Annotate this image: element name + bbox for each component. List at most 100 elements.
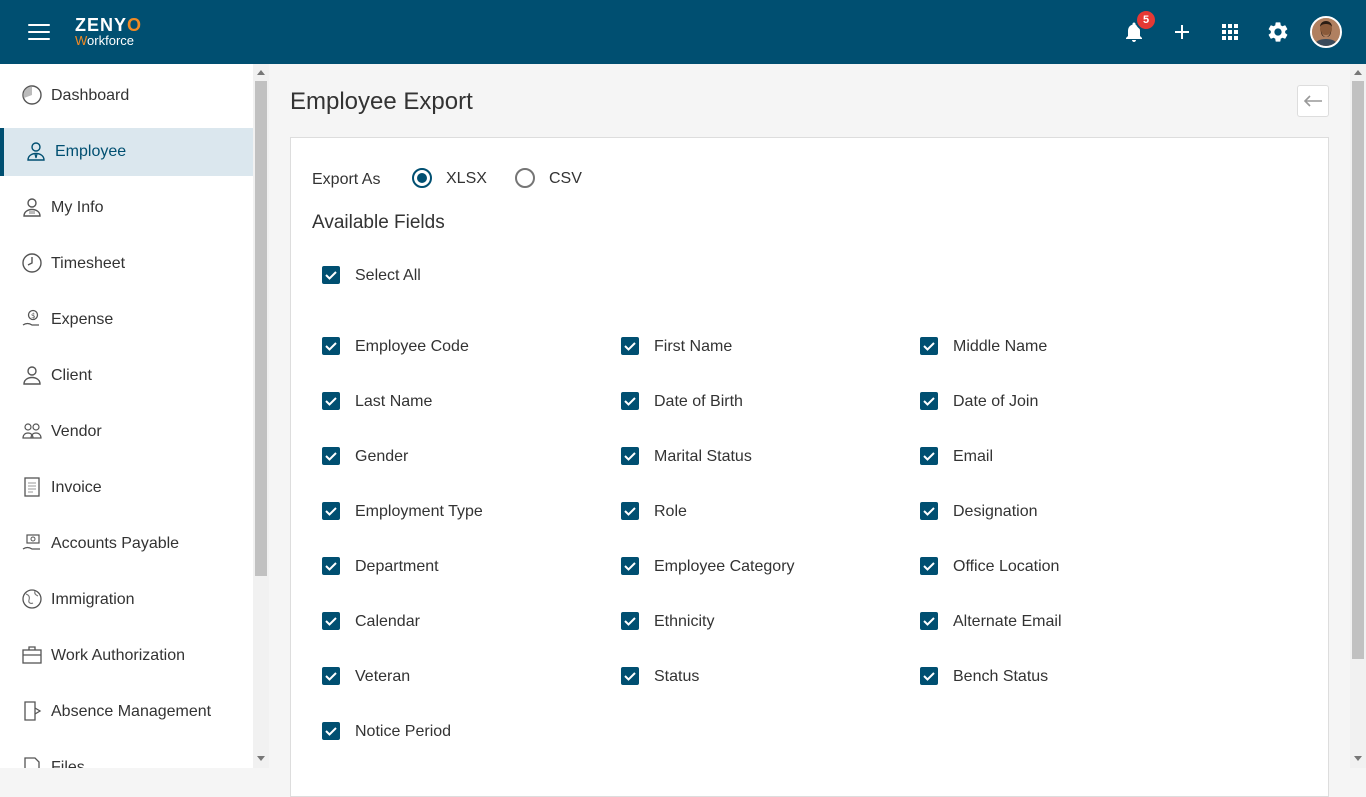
field-checkbox[interactable]: [322, 392, 340, 410]
door-icon: [21, 700, 43, 722]
svg-text:$: $: [31, 312, 35, 320]
menu-icon[interactable]: [28, 24, 50, 40]
field-checkbox[interactable]: [322, 722, 340, 740]
field-checkbox[interactable]: [322, 502, 340, 520]
field-label[interactable]: Marital Status: [654, 448, 752, 466]
main-scrollbar[interactable]: [1350, 64, 1366, 768]
field-label[interactable]: Designation: [953, 503, 1038, 521]
field-checkbox[interactable]: [920, 612, 938, 630]
field-label[interactable]: Office Location: [953, 558, 1059, 576]
scroll-down-icon[interactable]: [1354, 756, 1362, 761]
logo-subtext: orkforce: [87, 33, 135, 48]
avatar[interactable]: [1310, 16, 1342, 48]
expense-icon: $: [21, 308, 43, 330]
field-checkbox[interactable]: [920, 337, 938, 355]
field-label[interactable]: Employee Code: [355, 338, 469, 356]
field-label[interactable]: Gender: [355, 448, 408, 466]
field-label[interactable]: Alternate Email: [953, 613, 1062, 631]
sidebar-item-work-authorization[interactable]: Work Authorization: [0, 632, 253, 680]
field-checkbox[interactable]: [621, 667, 639, 685]
globe-icon: [21, 588, 43, 610]
field-checkbox[interactable]: [322, 612, 340, 630]
scrollbar-thumb[interactable]: [1352, 81, 1364, 659]
field-checkbox[interactable]: [621, 447, 639, 465]
field-label[interactable]: Employment Type: [355, 503, 483, 521]
field-label[interactable]: Email: [953, 448, 993, 466]
scroll-down-icon[interactable]: [257, 756, 265, 761]
scroll-up-icon[interactable]: [1354, 70, 1362, 75]
sidebar-item-vendor[interactable]: Vendor: [0, 408, 253, 456]
logo-text-accent: O: [127, 15, 143, 35]
field-label[interactable]: Last Name: [355, 393, 432, 411]
sidebar-item-expense[interactable]: $ Expense: [0, 296, 253, 344]
export-card: Export As XLSX CSV Available Fields Sele…: [290, 137, 1329, 797]
field-checkbox[interactable]: [920, 392, 938, 410]
logo-subtext-accent: W: [75, 33, 88, 48]
field-label[interactable]: Calendar: [355, 613, 420, 631]
field-checkbox[interactable]: [621, 502, 639, 520]
field-label[interactable]: Ethnicity: [654, 613, 714, 631]
sidebar-scrollbar[interactable]: [253, 64, 269, 768]
field-label[interactable]: Date of Birth: [654, 393, 743, 411]
field-checkbox[interactable]: [621, 392, 639, 410]
logo-text: ZENY: [75, 15, 128, 35]
field-checkbox[interactable]: [920, 502, 938, 520]
field-checkbox[interactable]: [920, 667, 938, 685]
vendor-icon: [21, 420, 43, 442]
radio-xlsx[interactable]: [412, 168, 432, 188]
select-all-checkbox[interactable]: [322, 266, 340, 284]
sidebar-item-files[interactable]: Files: [0, 744, 253, 768]
apps-grid-icon[interactable]: [1218, 20, 1242, 44]
logo[interactable]: ZENYO Workforce: [75, 16, 142, 47]
sidebar-item-employee[interactable]: Employee: [0, 128, 253, 176]
scroll-up-icon[interactable]: [257, 70, 265, 75]
available-fields-heading: Available Fields: [312, 212, 445, 233]
field-label[interactable]: Middle Name: [953, 338, 1047, 356]
field-label[interactable]: Veteran: [355, 668, 410, 686]
dashboard-icon: [21, 84, 43, 106]
gear-icon[interactable]: [1266, 20, 1290, 44]
field-label[interactable]: Employee Category: [654, 558, 795, 576]
radio-csv-label[interactable]: CSV: [549, 170, 582, 188]
scrollbar-thumb[interactable]: [255, 81, 267, 576]
invoice-icon: [21, 476, 43, 498]
field-checkbox[interactable]: [621, 557, 639, 575]
select-all-label[interactable]: Select All: [355, 267, 421, 285]
sidebar-item-label: Immigration: [51, 591, 135, 608]
sidebar-item-label: Dashboard: [51, 87, 130, 104]
back-button[interactable]: [1297, 85, 1329, 117]
field-checkbox[interactable]: [322, 337, 340, 355]
sidebar-item-label: Work Authorization: [51, 647, 185, 664]
sidebar-item-immigration[interactable]: Immigration: [0, 576, 253, 624]
field-label[interactable]: Date of Join: [953, 393, 1038, 411]
field-label[interactable]: First Name: [654, 338, 732, 356]
radio-xlsx-label[interactable]: XLSX: [446, 170, 487, 188]
sidebar-item-label: Invoice: [51, 479, 102, 496]
field-label[interactable]: Status: [654, 668, 699, 686]
sidebar-item-absence-management[interactable]: Absence Management: [0, 688, 253, 736]
field-label[interactable]: Bench Status: [953, 668, 1048, 686]
sidebar-item-dashboard[interactable]: Dashboard: [0, 72, 253, 120]
field-label[interactable]: Notice Period: [355, 723, 451, 741]
field-label[interactable]: Role: [654, 503, 687, 521]
field-checkbox[interactable]: [621, 337, 639, 355]
export-as-label: Export As: [312, 171, 381, 188]
main-content: Employee Export Export As XLSX CSV Avail…: [270, 64, 1350, 797]
field-checkbox[interactable]: [621, 612, 639, 630]
accounts-payable-icon: [21, 532, 43, 554]
field-checkbox[interactable]: [920, 557, 938, 575]
field-checkbox[interactable]: [322, 667, 340, 685]
field-checkbox[interactable]: [920, 447, 938, 465]
sidebar-item-timesheet[interactable]: Timesheet: [0, 240, 253, 288]
sidebar-item-accounts-payable[interactable]: Accounts Payable: [0, 520, 253, 568]
radio-csv[interactable]: [515, 168, 535, 188]
field-checkbox[interactable]: [322, 447, 340, 465]
field-label[interactable]: Department: [355, 558, 439, 576]
sidebar-item-invoice[interactable]: Invoice: [0, 464, 253, 512]
sidebar-item-label: Expense: [51, 311, 114, 328]
page-title: Employee Export: [290, 88, 473, 115]
plus-icon[interactable]: [1170, 20, 1194, 44]
sidebar-item-client[interactable]: Client: [0, 352, 253, 400]
sidebar-item-my-info[interactable]: My Info: [0, 184, 253, 232]
field-checkbox[interactable]: [322, 557, 340, 575]
